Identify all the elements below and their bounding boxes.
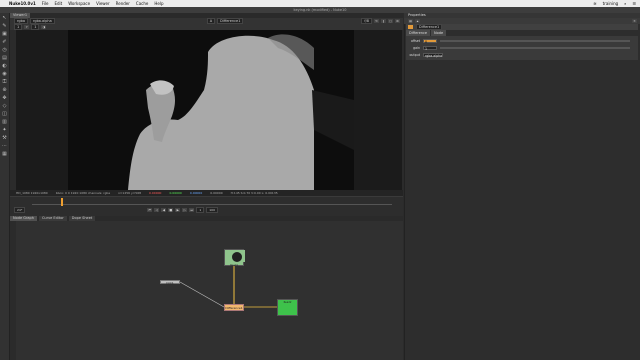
clear-panels-icon[interactable]: ✕ xyxy=(632,19,637,23)
node-color-icon[interactable] xyxy=(408,25,413,29)
offset-slider[interactable] xyxy=(440,40,630,42)
output-row: output rgba.alpha xyxy=(406,52,638,58)
node-read2[interactable]: Read2 xyxy=(277,299,298,316)
gain-input[interactable]: 1 xyxy=(423,46,437,51)
node-difference[interactable]: Difference1 xyxy=(224,304,244,311)
properties-pane xyxy=(404,13,640,360)
gain-row: gain 1 xyxy=(406,45,638,51)
node-dot[interactable]: Dot1 xyxy=(160,280,180,285)
offset-input[interactable]: 0 xyxy=(423,39,437,44)
read1-label: Read1 xyxy=(230,264,238,267)
lock-icon[interactable]: 🔒︎ xyxy=(415,19,420,23)
offset-row: offset 0 xyxy=(406,38,638,44)
output-label: output xyxy=(409,53,420,57)
max-panels-icon[interactable]: ▤ xyxy=(408,19,413,23)
node-read1[interactable]: Read1 xyxy=(224,249,245,267)
output-select[interactable]: rgba.alpha xyxy=(423,53,443,58)
properties-body: offset 0 gain 1 output rgba.alpha xyxy=(406,36,638,60)
offset-label: offset xyxy=(410,39,420,43)
gain-label: gain xyxy=(413,46,420,50)
read2-label: Read2 xyxy=(283,301,292,304)
gain-slider[interactable] xyxy=(440,47,630,49)
read1-thumbnail xyxy=(225,250,245,262)
